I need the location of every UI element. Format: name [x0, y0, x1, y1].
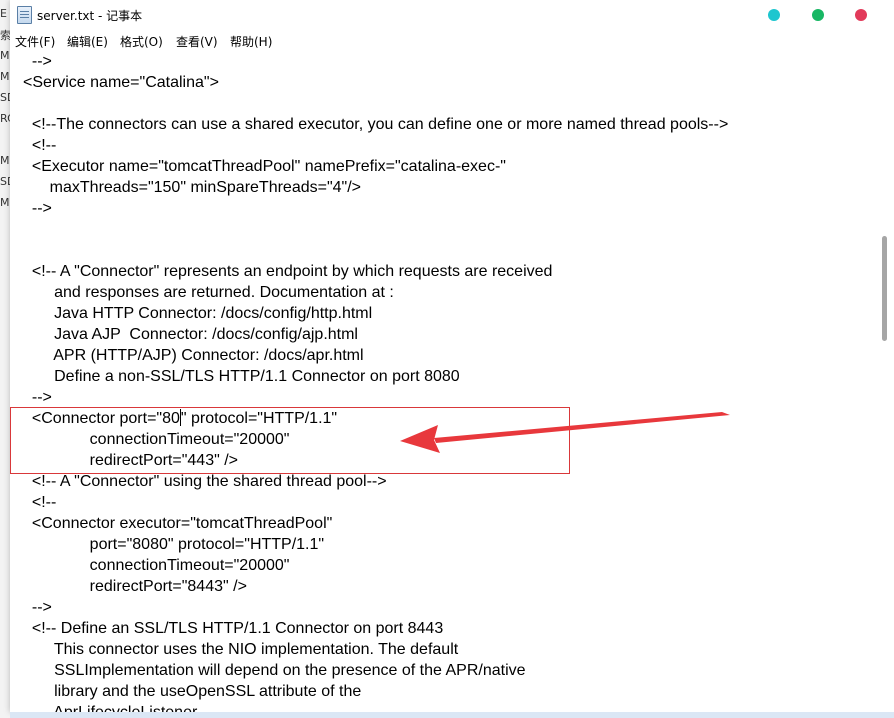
code-line: Java AJP Connector: /docs/config/ajp.htm…: [23, 326, 358, 343]
code-line: <Connector executor="tomcatThreadPool": [23, 515, 333, 532]
window-bottom-edge: [10, 712, 894, 718]
code-line: port="8080" protocol="HTTP/1.1": [23, 536, 325, 553]
code-line: <!--: [23, 494, 57, 511]
background-fragment: M: [0, 70, 10, 83]
code-line: SSLImplementation will depend on the pre…: [23, 662, 526, 679]
code-line: <!--: [23, 137, 57, 154]
text-editor[interactable]: --> <Service name="Catalina"> <!--The co…: [10, 51, 876, 712]
code-line: This connector uses the NIO implementati…: [23, 641, 459, 658]
menu-help[interactable]: 帮助(H): [230, 33, 272, 50]
code-line: redirectPort="8443" />: [23, 578, 247, 595]
background-fragment: E: [0, 7, 7, 20]
code-line: Java HTTP Connector: /docs/config/http.h…: [23, 305, 373, 322]
menu-file[interactable]: 文件(F): [15, 33, 55, 50]
code-line: library and the useOpenSSL attribute of …: [23, 683, 362, 700]
code-line: -->: [23, 389, 52, 406]
code-line: APR (HTTP/AJP) Connector: /docs/apr.html: [23, 347, 364, 364]
code-line: AprLifecycleListener.: [23, 702, 201, 712]
maximize-button[interactable]: [812, 9, 824, 21]
menu-format[interactable]: 格式(O): [120, 33, 163, 50]
code-line: <Service name="Catalina">: [23, 74, 219, 91]
code-line: <!-- A "Connector" represents an endpoin…: [23, 263, 553, 280]
code-line: maxThreads="150" minSpareThreads="4"/>: [23, 179, 361, 196]
code-line: -->: [23, 200, 52, 217]
code-line: -->: [23, 599, 52, 616]
menu-bar: 文件(F) 编辑(E) 格式(O) 查看(V) 帮助(H): [10, 30, 894, 51]
notepad-window: server.txt - 记事本 文件(F) 编辑(E) 格式(O) 查看(V)…: [10, 0, 894, 712]
vertical-scrollbar[interactable]: [876, 51, 894, 712]
background-fragment: M: [0, 154, 10, 167]
close-button[interactable]: [855, 9, 867, 21]
window-title: server.txt - 记事本: [37, 9, 143, 23]
background-fragment: M: [0, 196, 10, 209]
code-line: <Executor name="tomcatThreadPool" namePr…: [23, 158, 506, 175]
scrollbar-thumb[interactable]: [882, 236, 887, 341]
notepad-icon: [17, 6, 32, 24]
menu-edit[interactable]: 编辑(E): [67, 33, 108, 50]
code-line: connectionTimeout="20000": [23, 557, 290, 574]
title-bar[interactable]: server.txt - 记事本: [10, 0, 894, 30]
background-fragment: M: [0, 49, 10, 62]
code-line: <!-- A "Connector" using the shared thre…: [23, 473, 387, 490]
minimize-button[interactable]: [768, 9, 780, 21]
annotation-arrow-icon: [400, 412, 730, 453]
code-line: -->: [23, 53, 52, 70]
code-line: <!-- Define an SSL/TLS HTTP/1.1 Connecto…: [23, 620, 444, 637]
code-line: Define a non-SSL/TLS HTTP/1.1 Connector …: [23, 368, 460, 385]
code-line: and responses are returned. Documentatio…: [23, 284, 394, 301]
code-line: <!--The connectors can use a shared exec…: [23, 116, 729, 133]
menu-view[interactable]: 查看(V): [176, 33, 218, 50]
